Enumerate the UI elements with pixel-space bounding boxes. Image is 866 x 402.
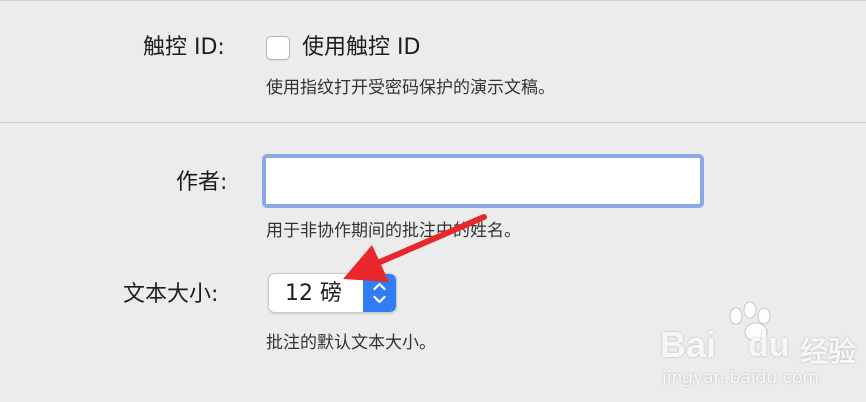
- watermark: Bai du 经验 jingyan.baidu.com: [660, 296, 860, 396]
- section-divider: [0, 122, 866, 123]
- text-size-popup[interactable]: 12 磅: [268, 273, 397, 313]
- text-size-label: 文本大小:: [123, 282, 219, 307]
- touch-id-checkbox-label[interactable]: 使用触控 ID: [302, 35, 420, 61]
- watermark-brand-suffix: du: [748, 326, 790, 364]
- author-label: 作者:: [176, 170, 228, 195]
- text-size-help: 批注的默认文本大小。: [266, 333, 436, 353]
- text-size-value: 12 磅: [285, 281, 342, 306]
- watermark-brand: Bai: [660, 324, 717, 365]
- author-field[interactable]: [262, 154, 704, 208]
- touch-id-label: 触控 ID:: [143, 35, 225, 60]
- author-help: 用于非协作期间的批注中的姓名。: [266, 221, 521, 241]
- touch-id-checkbox[interactable]: [266, 36, 290, 60]
- watermark-cn: 经验: [800, 335, 857, 368]
- up-down-chevron-icon[interactable]: [363, 274, 396, 312]
- watermark-url: jingyan.baidu.com: [662, 368, 819, 388]
- touch-id-help: 使用指纹打开受密码保护的演示文稿。: [266, 78, 555, 98]
- top-divider: [0, 0, 866, 1]
